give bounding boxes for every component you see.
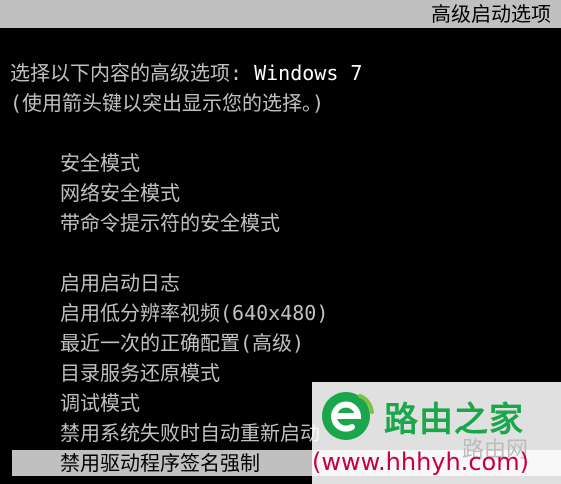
option-debugging-mode[interactable]: 调试模式 xyxy=(60,390,140,416)
instruction-hint: (使用箭头键以突出显示您的选择。) xyxy=(10,91,325,115)
option-safe-mode-networking[interactable]: 网络安全模式 xyxy=(60,180,180,206)
os-name: Windows 7 xyxy=(254,61,363,85)
option-low-resolution-video[interactable]: 启用低分辨率视频(640x480) xyxy=(60,300,328,326)
option-directory-services-restore[interactable]: 目录服务还原模式 xyxy=(60,360,220,386)
option-disable-auto-restart[interactable]: 禁用系统失败时自动重新启动 xyxy=(60,420,320,446)
option-safe-mode-command-prompt[interactable]: 带命令提示符的安全模式 xyxy=(60,210,280,236)
title-bar: 高级启动选项 xyxy=(0,0,561,28)
advanced-boot-options-screen: 高级启动选项 选择以下内容的高级选项: Windows 7 (使用箭头键以突出显… xyxy=(0,0,561,484)
option-last-known-good-configuration[interactable]: 最近一次的正确配置(高级) xyxy=(60,330,304,356)
option-boot-logging[interactable]: 启用启动日志 xyxy=(60,270,180,296)
option-safe-mode[interactable]: 安全模式 xyxy=(60,150,140,176)
router-e-logo-icon xyxy=(322,392,374,440)
screen-title: 高级启动选项 xyxy=(431,2,551,26)
instruction-line: 选择以下内容的高级选项: Windows 7 xyxy=(10,60,362,86)
site-watermark: 路由之家 路由网 (www.hhhyh.com) xyxy=(312,382,561,484)
watermark-url: (www.hhhyh.com) xyxy=(312,448,529,476)
instruction-prefix: 选择以下内容的高级选项: xyxy=(10,61,255,85)
